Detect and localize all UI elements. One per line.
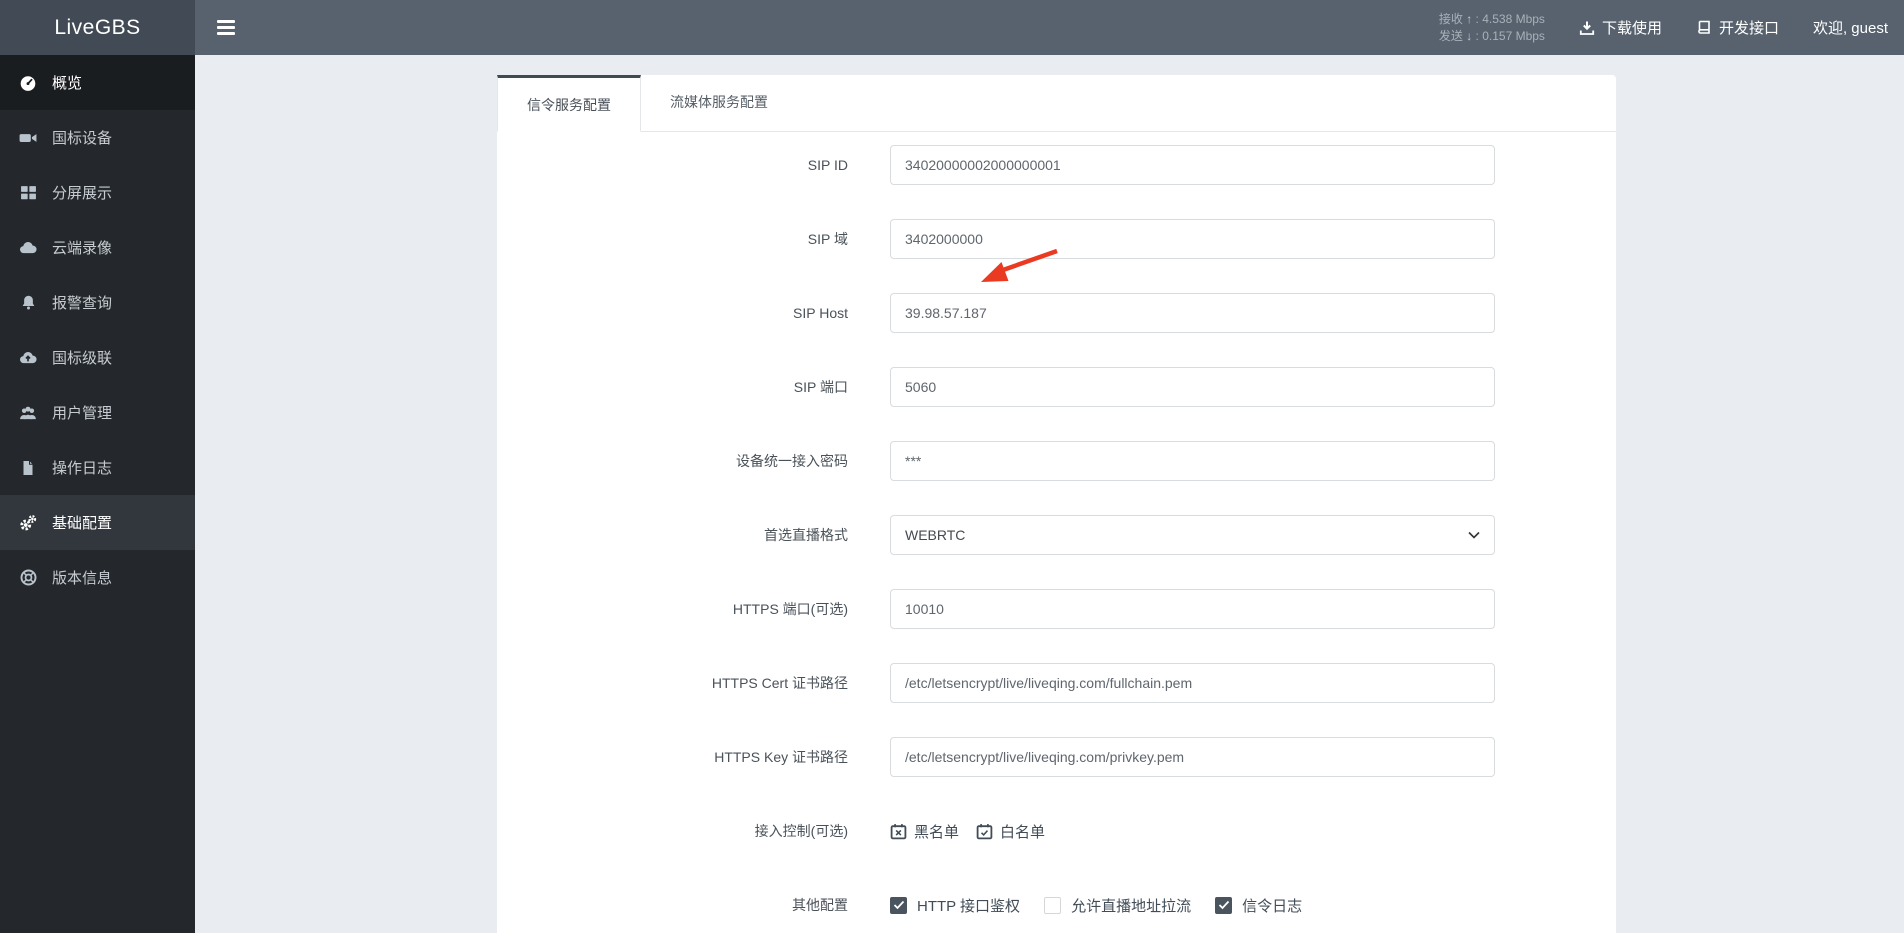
down-arrow-icon: ↓	[1466, 28, 1473, 43]
sidebar-item-cascade[interactable]: 国标级联	[0, 330, 195, 385]
users-icon	[19, 404, 37, 422]
network-stats: 接收 ↑ : 4.538 Mbps 发送 ↓ : 0.157 Mbps	[1439, 11, 1545, 45]
form-row-sip-id: SIP ID	[497, 145, 1616, 185]
up-arrow-icon: ↑	[1466, 11, 1473, 26]
api-docs-link[interactable]: 开发接口	[1696, 17, 1779, 38]
whitelist-button[interactable]: 白名单	[976, 821, 1045, 842]
top-header: LiveGBS 接收 ↑ : 4.538 Mbps 发送 ↓ : 0.157 M…	[0, 0, 1904, 55]
form-row-sip-domain: SIP 域	[497, 219, 1616, 259]
gears-icon	[19, 514, 37, 532]
chevron-down-icon	[1468, 531, 1480, 539]
sidebar-item-cloud-recording[interactable]: 云端录像	[0, 220, 195, 275]
grid-icon	[19, 184, 37, 202]
https-port-label: HTTPS 端口(可选)	[732, 601, 848, 617]
https-key-label: HTTPS Key 证书路径	[714, 749, 848, 765]
sidebar-item-overview[interactable]: 概览	[0, 55, 195, 110]
sidebar-toggle-button[interactable]	[201, 0, 251, 55]
bell-icon	[19, 294, 37, 312]
sip-domain-label: SIP 域	[807, 231, 848, 247]
download-link[interactable]: 下载使用	[1579, 17, 1662, 38]
sip-domain-input[interactable]	[890, 219, 1495, 259]
sip-id-label: SIP ID	[807, 157, 848, 173]
welcome-user[interactable]: 欢迎, guest	[1813, 17, 1888, 38]
unchecked-checkbox-icon[interactable]	[1044, 896, 1062, 914]
device-password-input[interactable]	[890, 441, 1495, 481]
form-row-https-port: HTTPS 端口(可选)	[497, 589, 1616, 629]
checkbox-http-api-auth[interactable]: HTTP 接口鉴权	[890, 895, 1020, 916]
calendar-check-icon	[976, 823, 993, 839]
sidebar-item-operation-log[interactable]: 操作日志	[0, 440, 195, 495]
form-row-sip-host: SIP Host	[497, 293, 1616, 333]
config-tabs: 信令服务配置 流媒体服务配置	[497, 75, 1616, 132]
main-content: 信令服务配置 流媒体服务配置 SIP ID SIP 域 SIP Host SIP…	[195, 55, 1904, 933]
blacklist-button[interactable]: 黑名单	[890, 821, 959, 842]
sip-host-input[interactable]	[890, 293, 1495, 333]
access-control-label: 接入控制(可选)	[754, 823, 848, 839]
sidebar-item-version-info[interactable]: 版本信息	[0, 550, 195, 605]
tab-signal-service-config[interactable]: 信令服务配置	[497, 75, 641, 132]
https-port-input[interactable]	[890, 589, 1495, 629]
cloud-icon	[19, 239, 37, 257]
signal-config-form: SIP ID SIP 域 SIP Host SIP 端口 设备统一接入密码 首选	[497, 132, 1616, 925]
download-icon	[1579, 21, 1595, 35]
https-cert-input[interactable]	[890, 663, 1495, 703]
checked-checkbox-icon[interactable]	[1215, 896, 1233, 914]
book-icon	[1698, 20, 1710, 34]
app-logo[interactable]: LiveGBS	[0, 0, 195, 55]
form-row-device-password: 设备统一接入密码	[497, 441, 1616, 481]
video-camera-icon	[19, 129, 37, 147]
form-row-live-format: 首选直播格式 WEBRTC	[497, 515, 1616, 555]
other-config-label: 其他配置	[792, 897, 848, 913]
sidebar-item-basic-config[interactable]: 基础配置	[0, 495, 195, 550]
sidebar-item-devices[interactable]: 国标设备	[0, 110, 195, 165]
checkbox-allow-pull-stream[interactable]: 允许直播地址拉流	[1044, 895, 1191, 916]
sidebar-item-alarm-query[interactable]: 报警查询	[0, 275, 195, 330]
sip-port-label: SIP 端口	[793, 379, 848, 395]
dashboard-icon	[19, 74, 37, 92]
checkbox-signal-log[interactable]: 信令日志	[1215, 895, 1302, 916]
form-row-https-cert: HTTPS Cert 证书路径	[497, 663, 1616, 703]
live-format-label: 首选直播格式	[764, 527, 848, 543]
tab-media-service-config[interactable]: 流媒体服务配置	[641, 75, 797, 132]
config-card: 信令服务配置 流媒体服务配置 SIP ID SIP 域 SIP Host SIP…	[497, 75, 1616, 933]
sip-id-input[interactable]	[890, 145, 1495, 185]
file-icon	[19, 459, 37, 477]
cloud-upload-icon	[19, 349, 37, 367]
https-key-input[interactable]	[890, 737, 1495, 777]
form-row-other-config: 其他配置 HTTP 接口鉴权 允许直播地址拉流 信令日志	[497, 885, 1616, 925]
sidebar-item-user-management[interactable]: 用户管理	[0, 385, 195, 440]
sidebar-item-split-screen[interactable]: 分屏展示	[0, 165, 195, 220]
form-row-https-key: HTTPS Key 证书路径	[497, 737, 1616, 777]
hamburger-icon	[217, 20, 235, 23]
life-ring-icon	[19, 569, 37, 587]
live-format-select[interactable]: WEBRTC	[890, 515, 1495, 555]
https-cert-label: HTTPS Cert 证书路径	[711, 675, 848, 691]
sip-port-input[interactable]	[890, 367, 1495, 407]
form-row-access-control: 接入控制(可选) 黑名单 白名单	[497, 811, 1616, 851]
sip-host-label: SIP Host	[793, 305, 848, 321]
checked-checkbox-icon[interactable]	[890, 896, 907, 914]
send-rate: 发送 ↓ : 0.157 Mbps	[1438, 28, 1545, 43]
form-row-sip-port: SIP 端口	[497, 367, 1616, 407]
calendar-x-icon	[890, 823, 907, 839]
sidebar-nav: 概览 国标设备 分屏展示 云端录像 报警查询 国标级联 用户管理 操作日志 基础…	[0, 55, 195, 933]
receive-rate: 接收 ↑ : 4.538 Mbps	[1438, 11, 1545, 26]
device-password-label: 设备统一接入密码	[736, 453, 848, 469]
